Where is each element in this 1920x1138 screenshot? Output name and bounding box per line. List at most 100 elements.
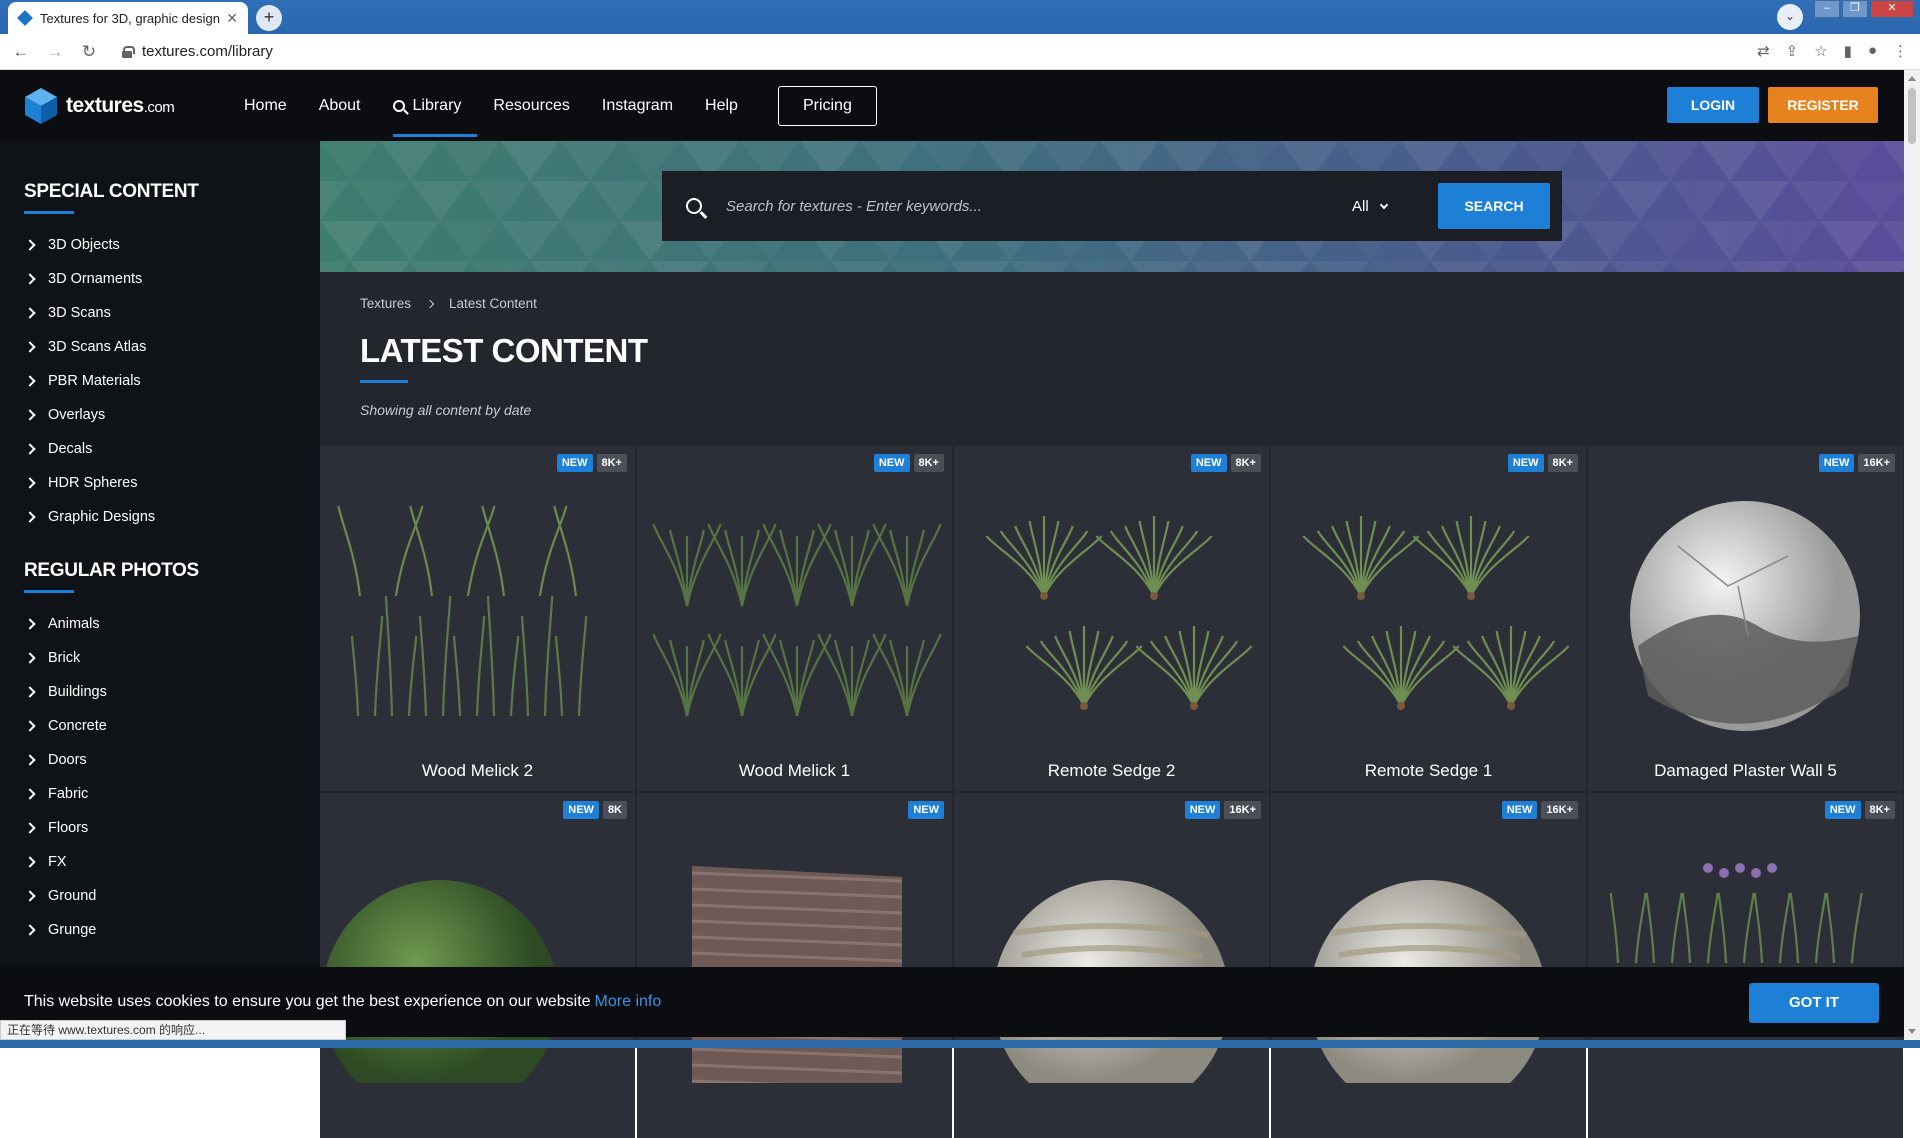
- nav-instagram[interactable]: Instagram: [586, 70, 689, 141]
- sidebar-regular-item[interactable]: Brick: [24, 641, 320, 675]
- heading-underline: [24, 211, 74, 214]
- card-badges: NEW 16K+: [1501, 801, 1578, 819]
- sidebar-regular-item[interactable]: Concrete: [24, 709, 320, 743]
- search-scope-select[interactable]: All: [1352, 198, 1388, 215]
- texture-thumbnail[interactable]: [1271, 476, 1586, 736]
- new-badge: NEW: [556, 454, 593, 472]
- nav-home[interactable]: Home: [228, 70, 303, 141]
- texture-card[interactable]: NEW 8K+ Remote Sedge 2: [954, 446, 1269, 791]
- pricing-button[interactable]: Pricing: [777, 85, 877, 126]
- texture-card[interactable]: NEW 8K+ Remote Sedge 1: [1271, 446, 1586, 791]
- texture-card[interactable]: NEW 8K: [320, 793, 635, 1138]
- sidebar-item-label: Concrete: [48, 718, 107, 734]
- share-icon[interactable]: ⇪: [1786, 42, 1799, 60]
- card-title[interactable]: Wood Melick 2: [320, 761, 635, 781]
- login-button[interactable]: LOGIN: [1667, 87, 1759, 123]
- card-badges: NEW 8K+: [1507, 454, 1578, 472]
- register-button[interactable]: REGISTER: [1768, 87, 1878, 123]
- sidebar-regular-item[interactable]: Ground: [24, 879, 320, 913]
- sidebar-special-item[interactable]: PBR Materials: [24, 364, 320, 398]
- texture-card[interactable]: NEW 16K+ Damaged Plaster Wall 5: [1588, 446, 1903, 791]
- cookie-accept-button[interactable]: GOT IT: [1749, 983, 1879, 1023]
- back-icon[interactable]: ←: [8, 42, 34, 62]
- resolution-badge: 16K+: [1541, 801, 1578, 819]
- resolution-badge: 8K+: [1864, 801, 1895, 819]
- url-field[interactable]: textures.com/library: [116, 39, 1716, 65]
- nav-about[interactable]: About: [303, 70, 377, 141]
- texture-card[interactable]: NEW: [637, 793, 952, 1138]
- card-title[interactable]: Damaged Plaster Wall 5: [1588, 761, 1903, 781]
- search-input[interactable]: [726, 197, 1326, 215]
- cookie-more-info-link[interactable]: More info: [595, 993, 662, 1011]
- logo-cube-icon: [24, 87, 58, 125]
- sidebar-regular-item[interactable]: Grunge: [24, 913, 320, 947]
- site-logo[interactable]: textures.com: [24, 87, 204, 125]
- sidebar-regular-item[interactable]: Animals: [24, 607, 320, 641]
- sidebar-special-item[interactable]: Graphic Designs: [24, 500, 320, 534]
- texture-card[interactable]: NEW 16K+: [1271, 793, 1586, 1138]
- new-badge: NEW: [1501, 801, 1538, 819]
- sidebar-regular-item[interactable]: FX: [24, 845, 320, 879]
- url-text: textures.com/library: [142, 43, 273, 60]
- sidebar-special-item[interactable]: 3D Ornaments: [24, 262, 320, 296]
- page-title: LATEST CONTENT: [360, 332, 648, 369]
- sidebar-special-item[interactable]: HDR Spheres: [24, 466, 320, 500]
- card-title[interactable]: Remote Sedge 2: [954, 761, 1269, 781]
- sidebar-regular-item[interactable]: Doors: [24, 743, 320, 777]
- nav-library[interactable]: Library: [377, 70, 478, 141]
- sidebar-special-item[interactable]: 3D Objects: [24, 228, 320, 262]
- texture-thumbnail[interactable]: [637, 476, 952, 736]
- translate-icon[interactable]: ⇄: [1757, 42, 1770, 60]
- profile-icon[interactable]: ●: [1868, 42, 1877, 60]
- card-badges: NEW 8K+: [873, 454, 944, 472]
- minimize-icon[interactable]: –: [1814, 0, 1840, 18]
- sidebar-special-item[interactable]: 3D Scans Atlas: [24, 330, 320, 364]
- scroll-up-icon[interactable]: [1908, 76, 1916, 81]
- texture-thumbnail[interactable]: [1588, 476, 1903, 736]
- sidebar-regular-item[interactable]: Floors: [24, 811, 320, 845]
- tab-search-icon[interactable]: ⌄: [1777, 4, 1803, 30]
- nav-resources[interactable]: Resources: [477, 70, 585, 141]
- chevron-right-icon: [24, 720, 36, 732]
- chevron-right-icon: [24, 788, 36, 800]
- new-tab-button[interactable]: +: [256, 5, 282, 31]
- texture-thumbnail[interactable]: [320, 476, 635, 736]
- texture-card[interactable]: NEW 16K+: [954, 793, 1269, 1138]
- new-badge: NEW: [1507, 454, 1544, 472]
- sidebar-regular-item[interactable]: Fabric: [24, 777, 320, 811]
- sidebar-special-item[interactable]: Decals: [24, 432, 320, 466]
- scroll-thumb[interactable]: [1908, 88, 1916, 144]
- sidebar-regular-item[interactable]: Buildings: [24, 675, 320, 709]
- card-title[interactable]: Remote Sedge 1: [1271, 761, 1586, 781]
- breadcrumb-textures[interactable]: Textures: [360, 296, 411, 311]
- browser-tab-active[interactable]: Textures for 3D, graphic design ✕: [8, 2, 248, 34]
- bookmark-star-icon[interactable]: ☆: [1814, 42, 1827, 60]
- sidebar-special-item[interactable]: Overlays: [24, 398, 320, 432]
- texture-card[interactable]: NEW 8K+ Wood Melick 2: [320, 446, 635, 791]
- main-content: Textures Latest Content LATEST CONTENT S…: [320, 272, 1904, 1138]
- search-button[interactable]: SEARCH: [1438, 183, 1550, 229]
- maximize-icon[interactable]: ❐: [1842, 0, 1868, 18]
- window-close-icon[interactable]: ✕: [1870, 0, 1914, 18]
- sidebar-special-item[interactable]: 3D Scans: [24, 296, 320, 330]
- site-favicon-icon: [17, 10, 33, 26]
- scroll-down-icon[interactable]: [1908, 1029, 1916, 1034]
- reload-icon[interactable]: ↻: [76, 42, 102, 62]
- tab-close-icon[interactable]: ✕: [226, 10, 238, 27]
- os-taskbar: [0, 1040, 1920, 1048]
- nav-help[interactable]: Help: [689, 70, 754, 141]
- title-underline: [360, 380, 408, 383]
- address-bar: ← → ↻ textures.com/library ⇄ ⇪ ☆ ▮ ● ⋮: [0, 34, 1920, 70]
- texture-card[interactable]: NEW 8K+ Wood Melick 1: [637, 446, 952, 791]
- sidebar-item-label: 3D Objects: [48, 237, 120, 253]
- texture-card[interactable]: NEW 8K+: [1588, 793, 1903, 1138]
- forward-icon[interactable]: →: [42, 42, 68, 62]
- texture-thumbnail[interactable]: [954, 476, 1269, 736]
- address-bar-actions: ⇄ ⇪ ☆ ▮ ● ⋮: [1757, 42, 1908, 60]
- page-scrollbar[interactable]: [1904, 70, 1920, 1040]
- card-title[interactable]: Wood Melick 1: [637, 761, 952, 781]
- browser-menu-icon[interactable]: ⋮: [1893, 42, 1908, 60]
- card-badges: NEW 16K+: [1818, 454, 1895, 472]
- sidebar-item-label: PBR Materials: [48, 373, 141, 389]
- side-panel-icon[interactable]: ▮: [1844, 42, 1852, 60]
